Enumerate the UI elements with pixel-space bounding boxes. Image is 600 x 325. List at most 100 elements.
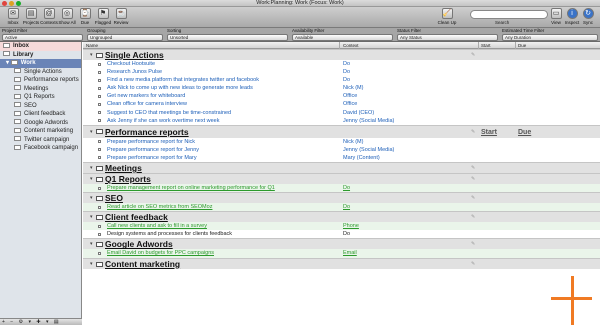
filter-select[interactable]: Active xyxy=(2,34,83,41)
column-context[interactable]: Context xyxy=(343,42,359,49)
sidebar-folder-work[interactable]: ▾ Work xyxy=(0,59,81,68)
task-checkbox[interactable] xyxy=(98,224,101,228)
view-button[interactable]: ▭ View xyxy=(548,8,564,25)
task-context[interactable]: Do xyxy=(343,68,350,76)
sidebar-item[interactable]: Facebook campaign xyxy=(0,144,81,153)
task-name[interactable]: Email David on budgets for PPC campaigns xyxy=(107,249,214,257)
task-row[interactable]: Prepare performance report for Jenny Jenn… xyxy=(83,146,600,154)
sidebar-bottom-bar[interactable]: + − ⚙ ▾ ✚ ▾ ▤ xyxy=(0,318,82,325)
project-row[interactable]: ▾ Q1 Reports ✎ xyxy=(83,173,600,185)
task-context[interactable]: Office xyxy=(343,92,357,100)
task-checkbox[interactable] xyxy=(98,62,101,66)
task-name[interactable]: Prepare performance report for Mary xyxy=(107,154,197,162)
task-checkbox[interactable] xyxy=(98,205,101,209)
task-row[interactable]: Ask Jenny if she can work overtime next … xyxy=(83,117,600,125)
task-checkbox[interactable] xyxy=(98,86,101,90)
column-due[interactable]: Due xyxy=(518,42,526,49)
filter-select[interactable]: Available xyxy=(292,34,393,41)
task-row[interactable]: Clean office for camera interview Office xyxy=(83,100,600,108)
project-row[interactable]: ▾ SEO ✎ xyxy=(83,192,600,204)
sidebar-item[interactable]: Client feedback xyxy=(0,110,81,119)
task-checkbox[interactable] xyxy=(98,232,101,236)
task-checkbox[interactable] xyxy=(98,78,101,82)
search-input[interactable] xyxy=(470,10,548,19)
project-name[interactable]: Content marketing xyxy=(105,259,180,270)
task-row[interactable]: Checkout Hootsuite Do xyxy=(83,60,600,68)
task-context[interactable]: Jenny (Social Media) xyxy=(343,117,394,125)
sidebar-item[interactable]: Meetings xyxy=(0,85,81,94)
column-start[interactable]: Start xyxy=(481,42,491,49)
task-checkbox[interactable] xyxy=(98,186,101,190)
task-checkbox[interactable] xyxy=(98,156,101,160)
project-row[interactable]: ▾ Client feedback ✎ xyxy=(83,211,600,223)
task-name[interactable]: Call new clients and ask to fill in a su… xyxy=(107,222,207,230)
task-checkbox[interactable] xyxy=(98,94,101,98)
task-name[interactable]: Prepare management report on online mark… xyxy=(107,184,275,192)
task-checkbox[interactable] xyxy=(98,70,101,74)
task-context[interactable]: Email xyxy=(343,249,357,257)
sidebar-item[interactable]: Twitter campaign xyxy=(0,136,81,145)
project-row[interactable]: ▾ Content marketing ✎ xyxy=(83,257,600,270)
task-context[interactable]: Do xyxy=(343,60,350,68)
task-name[interactable]: Read article on SEO metrics from SEOMoz xyxy=(107,203,212,211)
close-window-button[interactable] xyxy=(2,1,7,6)
task-checkbox[interactable] xyxy=(98,140,101,144)
project-row[interactable]: ▾ Performance reports Start Due ✎ xyxy=(83,124,600,138)
filter-select[interactable]: Any Duration xyxy=(502,34,598,41)
task-row[interactable]: Call new clients and ask to fill in a su… xyxy=(83,222,600,231)
disclosure-triangle-icon[interactable]: ▾ xyxy=(90,259,93,270)
task-context[interactable]: Do xyxy=(343,230,350,238)
task-row[interactable]: Ask Nick to come up with new ideas to ge… xyxy=(83,84,600,92)
task-checkbox[interactable] xyxy=(98,251,101,255)
task-row[interactable]: Prepare performance report for Nick Nick … xyxy=(83,138,600,146)
sidebar-item[interactable]: Single Actions xyxy=(0,68,81,77)
task-context[interactable]: Nick (M) xyxy=(343,84,363,92)
filter-select[interactable]: Any Status xyxy=(397,34,498,41)
project-row[interactable]: ▾ Google Adwords ✎ xyxy=(83,238,600,250)
task-row[interactable]: Read article on SEO metrics from SEOMoz D… xyxy=(83,203,600,212)
task-name[interactable]: Clean office for camera interview xyxy=(107,100,187,108)
task-name[interactable]: Prepare performance report for Nick xyxy=(107,138,195,146)
sidebar-inbox[interactable]: Inbox xyxy=(0,42,81,51)
clean-up-button[interactable]: 🧹 Clean Up xyxy=(434,8,460,25)
column-name[interactable]: Name xyxy=(86,42,98,49)
zoom-window-button[interactable] xyxy=(16,1,21,6)
sidebar-item[interactable]: Content marketing xyxy=(0,127,81,136)
task-context[interactable]: Mary (Content) xyxy=(343,154,380,162)
task-checkbox[interactable] xyxy=(98,148,101,152)
project-row[interactable]: ▾ Single Actions ✎ xyxy=(83,49,600,60)
task-context[interactable]: Nick (M) xyxy=(343,138,363,146)
sidebar-item[interactable]: SEO xyxy=(0,102,81,111)
sidebar-library[interactable]: Library xyxy=(0,51,81,60)
task-checkbox[interactable] xyxy=(98,111,101,115)
task-context[interactable]: Do xyxy=(343,184,350,192)
task-context[interactable]: Jenny (Social Media) xyxy=(343,146,394,154)
sync-button[interactable]: ↻ Sync xyxy=(580,8,596,25)
task-context[interactable]: Phone xyxy=(343,222,359,230)
task-row[interactable]: Prepare management report on online mark… xyxy=(83,184,600,193)
task-name[interactable]: Suggest to CEO that meetings be time-con… xyxy=(107,109,231,117)
task-row[interactable]: Get new markers for whiteboard Office xyxy=(83,92,600,100)
task-name[interactable]: Ask Jenny if she can work overtime next … xyxy=(107,117,220,125)
task-name[interactable]: Ask Nick to come up with new ideas to ge… xyxy=(107,84,253,92)
sidebar-item[interactable]: Performance reports xyxy=(0,76,81,85)
task-name[interactable]: Design systems and processes for clients… xyxy=(107,230,232,238)
task-row[interactable]: Suggest to CEO that meetings be time-con… xyxy=(83,109,600,117)
task-name[interactable]: Find a new media platform that integrate… xyxy=(107,76,259,84)
task-row[interactable]: Prepare performance report for Mary Mary … xyxy=(83,154,600,162)
task-row[interactable]: Find a new media platform that integrate… xyxy=(83,76,600,84)
task-row[interactable]: Design systems and processes for clients… xyxy=(83,230,600,238)
task-name[interactable]: Checkout Hootsuite xyxy=(107,60,155,68)
task-context[interactable]: David (CEO) xyxy=(343,109,374,117)
review-button[interactable]: ☕ Review xyxy=(110,8,132,25)
filter-select[interactable]: Unsorted xyxy=(167,34,288,41)
task-name[interactable]: Get new markers for whiteboard xyxy=(107,92,185,100)
sidebar-item[interactable]: Q1 Reports xyxy=(0,93,81,102)
task-context[interactable]: Do xyxy=(343,203,350,211)
minimize-window-button[interactable] xyxy=(9,1,14,6)
task-name[interactable]: Research Junos Pulse xyxy=(107,68,162,76)
task-checkbox[interactable] xyxy=(98,102,101,106)
task-row[interactable]: Email David on budgets for PPC campaigns… xyxy=(83,249,600,258)
project-row[interactable]: ▾ Meetings ✎ xyxy=(83,162,600,174)
task-context[interactable]: Office xyxy=(343,100,357,108)
